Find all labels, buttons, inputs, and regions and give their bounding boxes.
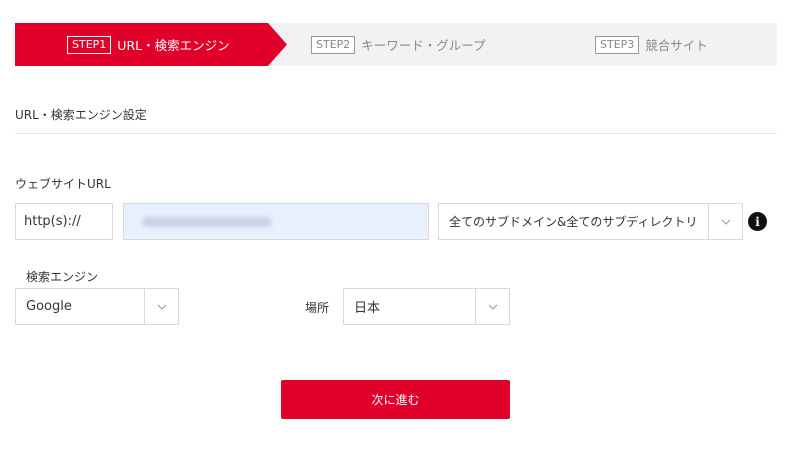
step-1[interactable]: STEP1 URL・検索エンジン	[67, 23, 230, 66]
search-engine-select[interactable]: Google	[15, 288, 179, 325]
search-engine-label: 検索エンジン	[26, 270, 99, 284]
step-2[interactable]: STEP2 キーワード・グループ	[311, 23, 486, 66]
protocol-prefix: http(s)://	[15, 203, 113, 240]
chevron-down-icon	[144, 289, 178, 324]
next-button[interactable]: 次に進む	[281, 380, 510, 419]
search-engine-value: Google	[26, 299, 72, 314]
divider	[15, 133, 777, 134]
chevron-down-icon	[475, 289, 509, 324]
website-url-label: ウェブサイトURL	[15, 177, 111, 191]
step-2-badge: STEP2	[311, 35, 356, 54]
location-label: 場所	[305, 301, 330, 315]
location-value: 日本	[354, 301, 381, 316]
step-3-label: 競合サイト	[645, 38, 708, 53]
step-progress-bar: STEP1 URL・検索エンジン STEP2 キーワード・グループ STEP3 …	[15, 23, 777, 66]
section-title: URL・検索エンジン設定	[15, 108, 147, 122]
step-3[interactable]: STEP3 競合サイト	[595, 23, 708, 66]
chevron-down-icon	[708, 204, 742, 239]
scope-select[interactable]: 全てのサブドメイン&全てのサブディレクトリ	[438, 203, 743, 240]
step-1-badge: STEP1	[67, 35, 112, 54]
step-2-label: キーワード・グループ	[361, 38, 486, 53]
url-input[interactable]	[123, 203, 429, 240]
scope-select-value: 全てのサブドメイン&全てのサブディレクトリ	[449, 215, 698, 229]
step-3-badge: STEP3	[595, 35, 640, 54]
redacted-url-value	[142, 216, 272, 227]
info-icon[interactable]: i	[748, 212, 767, 231]
step-1-label: URL・検索エンジン	[117, 38, 230, 53]
location-select[interactable]: 日本	[343, 288, 510, 325]
